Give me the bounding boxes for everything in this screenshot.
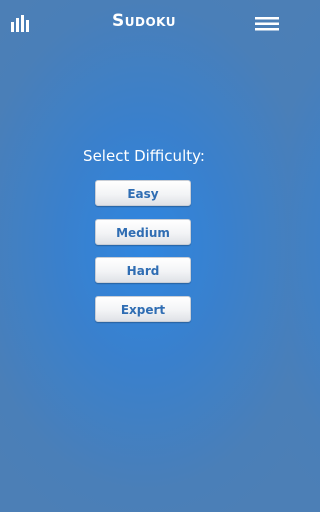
- easy-button[interactable]: Easy: [95, 180, 191, 206]
- top-bar: Sudoku: [0, 0, 288, 46]
- hard-button[interactable]: Hard: [95, 257, 191, 283]
- medium-button[interactable]: Medium: [95, 218, 191, 245]
- app-screen: Sudoku Select Difficulty: Easy Medium Ha…: [0, 0, 288, 512]
- hamburger-menu-icon[interactable]: [255, 17, 279, 31]
- difficulty-button-list: Easy Medium Hard Expert: [95, 180, 193, 334]
- app-title: Sudoku: [112, 11, 176, 31]
- menu-lines-icon: [255, 17, 279, 31]
- difficulty-prompt: Select Difficulty:: [83, 147, 205, 165]
- expert-button[interactable]: Expert: [95, 295, 191, 322]
